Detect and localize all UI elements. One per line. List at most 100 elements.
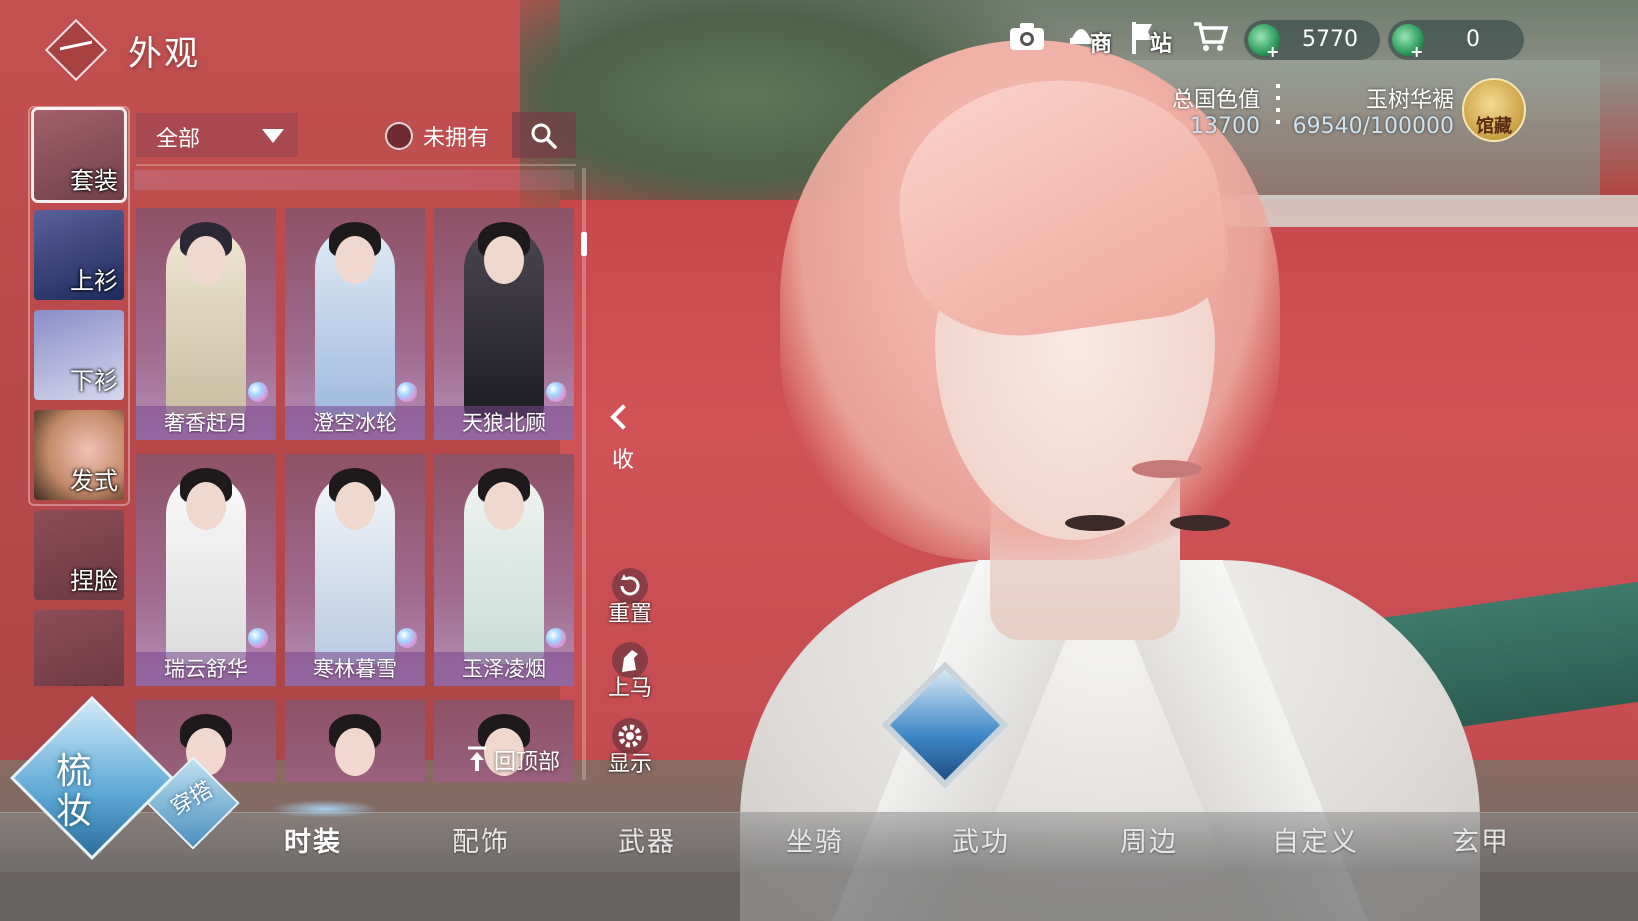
station-label: 站 [1150,31,1173,57]
camera-button[interactable] [1008,20,1048,60]
search-icon [531,123,557,149]
shop-button[interactable]: 商 [1066,20,1116,60]
shop-label: 商 [1090,31,1113,57]
outfit-head [484,482,524,530]
tab-armor[interactable]: 玄甲 [1452,820,1510,859]
outfit-card[interactable]: 寒林暮雪 [285,454,425,686]
collection-badge-button[interactable]: 馆藏 [1462,78,1526,142]
camera-icon [1010,23,1044,50]
display-label: 显示 [607,752,652,777]
collection-value: 69540/100000 [1292,114,1454,139]
sidebar-tab-label: 妆容 [70,679,118,686]
outfit-head [335,236,375,284]
collection-label: 玉树华裾 [1365,88,1454,113]
tab-peripherals[interactable]: 周边 [1120,820,1178,859]
display-button[interactable]: 显示 [600,716,660,790]
active-tab-ornament [270,800,380,818]
tab-mounts[interactable]: 坐骑 [786,820,844,859]
makeup-icon [34,610,124,686]
sidebar-tab-outfit[interactable]: 套装 [31,107,127,203]
sidebar-tab-label: 下衫 [70,367,118,395]
left-eye [1065,515,1125,531]
currency-jade-1[interactable]: + 5770 [1244,20,1380,61]
character-preview[interactable] [720,40,1480,921]
unowned-label: 未拥有 [423,126,490,151]
category-dropdown[interactable]: 全部 [136,113,298,157]
outfit-head [186,236,226,284]
stat-divider [1276,84,1280,132]
sidebar-tab-top[interactable]: 上衫 [34,210,124,300]
search-button[interactable] [512,112,576,158]
filter-divider [136,164,576,166]
outfit-card[interactable]: 天狼北顾 [434,208,574,440]
beauty-score-label: 总国色值 [1171,88,1260,113]
reset-label: 重置 [607,602,652,627]
sidebar-tab-bottom[interactable]: 下衫 [34,310,124,400]
dye-orb-icon [248,628,268,648]
sidebar-tab-label: 发式 [70,467,118,495]
station-button[interactable]: 站 [1128,20,1178,60]
outfit-card[interactable]: 瑞云舒华 [136,454,276,686]
cart-button[interactable] [1192,20,1232,60]
previous-row-fade [134,170,574,190]
collapse-label: 收 [612,448,635,473]
dye-orb-icon [546,382,566,402]
beauty-score-value: 13700 [1190,114,1260,139]
dye-orb-icon [248,382,268,402]
plus-icon[interactable]: + [1266,42,1279,61]
outfit-head [186,482,226,530]
bottom-strip [0,872,1638,921]
outfit-name: 瑞云舒华 [136,652,276,686]
outfit-name: 天狼北顾 [434,406,574,440]
currency-value: 5770 [1302,27,1358,52]
outfit-name: 寒林暮雪 [285,652,425,686]
sidebar-tab-label: 套装 [70,167,118,195]
tab-martial-arts[interactable]: 武功 [952,820,1010,859]
mount-label: 上马 [607,676,652,701]
grid-scrollbar[interactable] [582,168,586,780]
beauty-score: 总国色值 13700 [1140,82,1260,139]
unowned-radio[interactable] [385,122,413,150]
collapse-panel-button[interactable]: 收 [604,400,644,474]
page-title: 外观 [128,34,200,74]
sidebar-tab-label: 捏脸 [70,567,118,595]
outfit-card[interactable] [285,700,425,782]
sidebar-tab-face[interactable]: 捏脸 [34,510,124,600]
category-sidebar: 套装 上衫 下衫 发式 捏脸 妆容 [28,106,130,686]
collection-badge-label: 馆藏 [1476,116,1512,137]
dropdown-value: 全部 [156,127,201,152]
outfit-name: 奢香赶月 [136,406,276,440]
tab-fashion[interactable]: 时装 [284,820,342,859]
dye-orb-icon [397,628,417,648]
tab-weapons[interactable]: 武器 [618,820,676,859]
reset-button[interactable]: 重置 [600,566,660,640]
plus-icon[interactable]: + [1410,42,1423,61]
back-to-top-label: 回顶部 [494,750,561,775]
outfit-grid: 奢香赶月 澄空冰轮 天狼北顾 瑞云舒华 寒林暮雪 玉泽凌烟 [134,170,578,782]
character-lips [1132,460,1202,478]
chevron-left-icon [610,404,636,430]
tab-custom[interactable]: 自定义 [1272,820,1359,859]
outfit-name: 澄空冰轮 [285,406,425,440]
outfit-card[interactable]: 奢香赶月 [136,208,276,440]
tab-accessories[interactable]: 配饰 [452,820,510,859]
collection-progress: 玉树华裾 69540/100000 [1284,82,1454,139]
cart-icon [1194,22,1229,51]
outfit-card[interactable]: 澄空冰轮 [285,208,425,440]
outfit-name: 玉泽凌烟 [434,652,574,686]
sidebar-tab-label: 上衫 [70,267,118,295]
mount-button[interactable]: 上马 [600,640,660,714]
sidebar-tab-makeup[interactable]: 妆容 [34,610,124,686]
outfit-head [335,482,375,530]
back-button[interactable] [44,18,108,82]
right-eye [1170,515,1230,531]
outfit-card[interactable]: 玉泽凌烟 [434,454,574,686]
sidebar-tab-hairstyle[interactable]: 发式 [34,410,124,500]
outfit-head [335,728,375,776]
dye-orb-icon [546,628,566,648]
arrow-up-icon [468,746,486,771]
grid-scroll-thumb[interactable] [581,232,587,256]
caret-down-icon [262,129,284,143]
currency-jade-2[interactable]: + 0 [1388,20,1524,61]
mode-dressing-label: 梳妆 [56,751,93,832]
